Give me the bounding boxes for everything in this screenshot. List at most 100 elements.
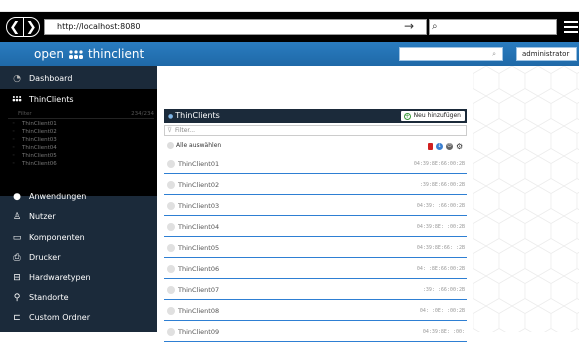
row-radio[interactable] <box>167 223 175 231</box>
app-logo[interactable]: open thinclient <box>34 45 144 63</box>
main-content: ● ThinClients + Neu hinzufügen ⊽ Filter...… <box>157 66 579 342</box>
row-mac: 04:39:8E:66:00:2B <box>413 161 465 167</box>
sidebar-item-label: Komponenten <box>29 233 85 242</box>
row-name: ThinClient04 <box>178 223 220 231</box>
top-strip <box>0 0 579 12</box>
sublist-item[interactable]: ThinClient03 <box>12 137 57 143</box>
table-row[interactable]: ThinClient04 04:39:8E: :00:2B <box>164 217 467 237</box>
panel-title: ThinClients <box>175 111 220 120</box>
sidebar-item-label: Nutzer <box>29 212 56 221</box>
menu-icon[interactable] <box>564 21 578 36</box>
sublist-filter-label: Filter <box>18 111 32 117</box>
row-name: ThinClient05 <box>178 244 220 252</box>
table-row[interactable]: ThinClient03 04:39: :66:00:2B <box>164 196 467 216</box>
filter-input[interactable]: ⊽ Filter... <box>164 125 467 136</box>
row-name: ThinClient06 <box>178 265 220 273</box>
table-row[interactable]: ThinClient05 04:39:8E:66: :2B <box>164 238 467 258</box>
sidebar-item-custom-ordner[interactable]: ⊏ Custom Ordner <box>0 307 157 328</box>
gear-icon[interactable]: ⚙ <box>456 142 463 150</box>
sublist-item[interactable]: ThinClient01 <box>12 121 57 127</box>
row-name: ThinClient09 <box>178 328 220 336</box>
sidebar-item-label: Standorte <box>29 293 69 302</box>
row-radio[interactable] <box>167 181 175 189</box>
monitor-icon: ▭ <box>12 232 22 243</box>
select-all-row[interactable]: Alle auswählen ↓ ⏻ ⚙ <box>164 138 467 154</box>
row-radio[interactable] <box>167 160 175 168</box>
row-mac: 04: :8E:66:00:2B <box>416 266 465 272</box>
table-row[interactable]: ThinClient07 :39: :66:00:2B <box>164 280 467 300</box>
browser-search-input[interactable]: ⌕ <box>429 19 557 35</box>
row-radio[interactable] <box>167 202 175 210</box>
filter-placeholder: Filter... <box>175 127 196 134</box>
apps-icon: ● <box>13 191 21 202</box>
sublist-item[interactable]: ThinClient02 <box>12 129 57 135</box>
global-search-input[interactable]: ⌕ <box>399 47 503 61</box>
search-icon: ⌕ <box>492 50 496 58</box>
sidebar-item-label: Drucker <box>29 253 61 262</box>
row-name: ThinClient03 <box>178 202 220 210</box>
table-row[interactable]: ThinClient08 04: :0E: :00:2B <box>164 301 467 321</box>
row-name: ThinClient01 <box>178 160 220 168</box>
row-radio[interactable] <box>167 307 175 315</box>
row-radio[interactable] <box>167 286 175 294</box>
forward-icon[interactable]: ❯ <box>22 18 40 36</box>
nav-buttons: ❮ ❯ <box>6 17 40 37</box>
row-radio[interactable] <box>167 244 175 252</box>
row-name: ThinClient08 <box>178 307 220 315</box>
sublist-item[interactable]: ThinClient06 <box>12 161 57 167</box>
hexagon-pattern <box>473 66 579 332</box>
user-icon: ♙ <box>12 211 22 222</box>
row-radio[interactable] <box>167 265 175 273</box>
download-icon[interactable]: ↓ <box>436 142 443 150</box>
sidebar: ◔ Dashboard ThinClients Filter 234/234 T… <box>0 66 157 332</box>
bullet-icon: ● <box>168 113 174 120</box>
panel-header: ● ThinClients + Neu hinzufügen <box>164 109 467 123</box>
sidebar-item-standorte[interactable]: ⚲ Standorte <box>0 287 157 308</box>
table-row[interactable]: ThinClient09 04:39:8E: :00: <box>164 322 467 342</box>
table-row[interactable]: ThinClient06 04: :8E:66:00:2B <box>164 259 467 279</box>
select-all-label: Alle auswählen <box>176 142 222 149</box>
sublist-item[interactable]: ThinClient05 <box>12 153 57 159</box>
filter-icon: ⊽ <box>167 126 173 134</box>
people-icon <box>12 95 22 105</box>
go-arrow-icon[interactable]: → <box>404 18 414 34</box>
sidebar-item-hardwaretypen[interactable]: ⊟ Hardwaretypen <box>0 267 157 288</box>
row-name: ThinClient02 <box>178 181 220 189</box>
thinclient-sublist: Filter 234/234 ThinClient01 ThinClient02… <box>0 108 157 196</box>
row-mac: 04:39:8E: :00:2B <box>416 224 465 230</box>
bulk-actions: ↓ ⏻ ⚙ <box>428 138 463 154</box>
row-mac: 04:39:8E: :00: <box>422 329 465 335</box>
sidebar-item-anwendungen[interactable]: ● Anwendungen <box>0 186 157 207</box>
row-mac: :39: :66:00:2B <box>422 287 465 293</box>
address-bar[interactable]: http://localhost:8080 <box>44 19 427 35</box>
plus-icon: + <box>403 113 411 120</box>
sidebar-item-label: ThinClients <box>29 95 74 104</box>
trash-icon[interactable] <box>428 142 433 150</box>
sidebar-item-label: Custom Ordner <box>29 313 90 322</box>
power-icon[interactable]: ⏻ <box>446 142 453 150</box>
sidebar-item-dashboard[interactable]: ◔ Dashboard <box>0 68 157 89</box>
sublist-filter[interactable]: Filter 234/234 <box>8 110 154 119</box>
row-radio[interactable] <box>167 328 175 336</box>
add-new-label: Neu hinzufügen <box>413 112 461 119</box>
add-new-button[interactable]: + Neu hinzufügen <box>400 111 465 121</box>
sublist-item[interactable]: ThinClient04 <box>12 145 57 151</box>
sidebar-item-label: Anwendungen <box>29 192 87 201</box>
select-all-radio[interactable] <box>167 142 174 149</box>
sidebar-item-nutzer[interactable]: ♙ Nutzer <box>0 206 157 227</box>
sidebar-item-komponenten[interactable]: ▭ Komponenten <box>0 227 157 248</box>
user-menu-button[interactable]: administrator ⌄ <box>516 47 577 70</box>
sidebar-item-label: Dashboard <box>29 74 73 83</box>
row-mac: 04:39:8E:66: :2B <box>416 245 465 251</box>
back-icon[interactable]: ❮ <box>7 18 23 36</box>
app-header: open thinclient ⌕ administrator ⌄ <box>0 42 579 70</box>
row-mac: 04:39: :66:00:2B <box>416 203 465 209</box>
row-mac: 04: :0E: :00:2B <box>419 308 465 314</box>
sublist-count: 234/234 <box>131 111 154 117</box>
table-row[interactable]: ThinClient02 :39:8E:66:00:2B <box>164 175 467 195</box>
sidebar-item-drucker[interactable]: ⎙ Drucker <box>0 247 157 268</box>
sidebar-item-thinclients[interactable]: ThinClients <box>0 89 157 110</box>
table-row[interactable]: ThinClient01 04:39:8E:66:00:2B <box>164 154 467 174</box>
people-icon <box>68 49 83 59</box>
thinclients-panel: ● ThinClients + Neu hinzufügen ⊽ Filter...… <box>164 109 467 342</box>
